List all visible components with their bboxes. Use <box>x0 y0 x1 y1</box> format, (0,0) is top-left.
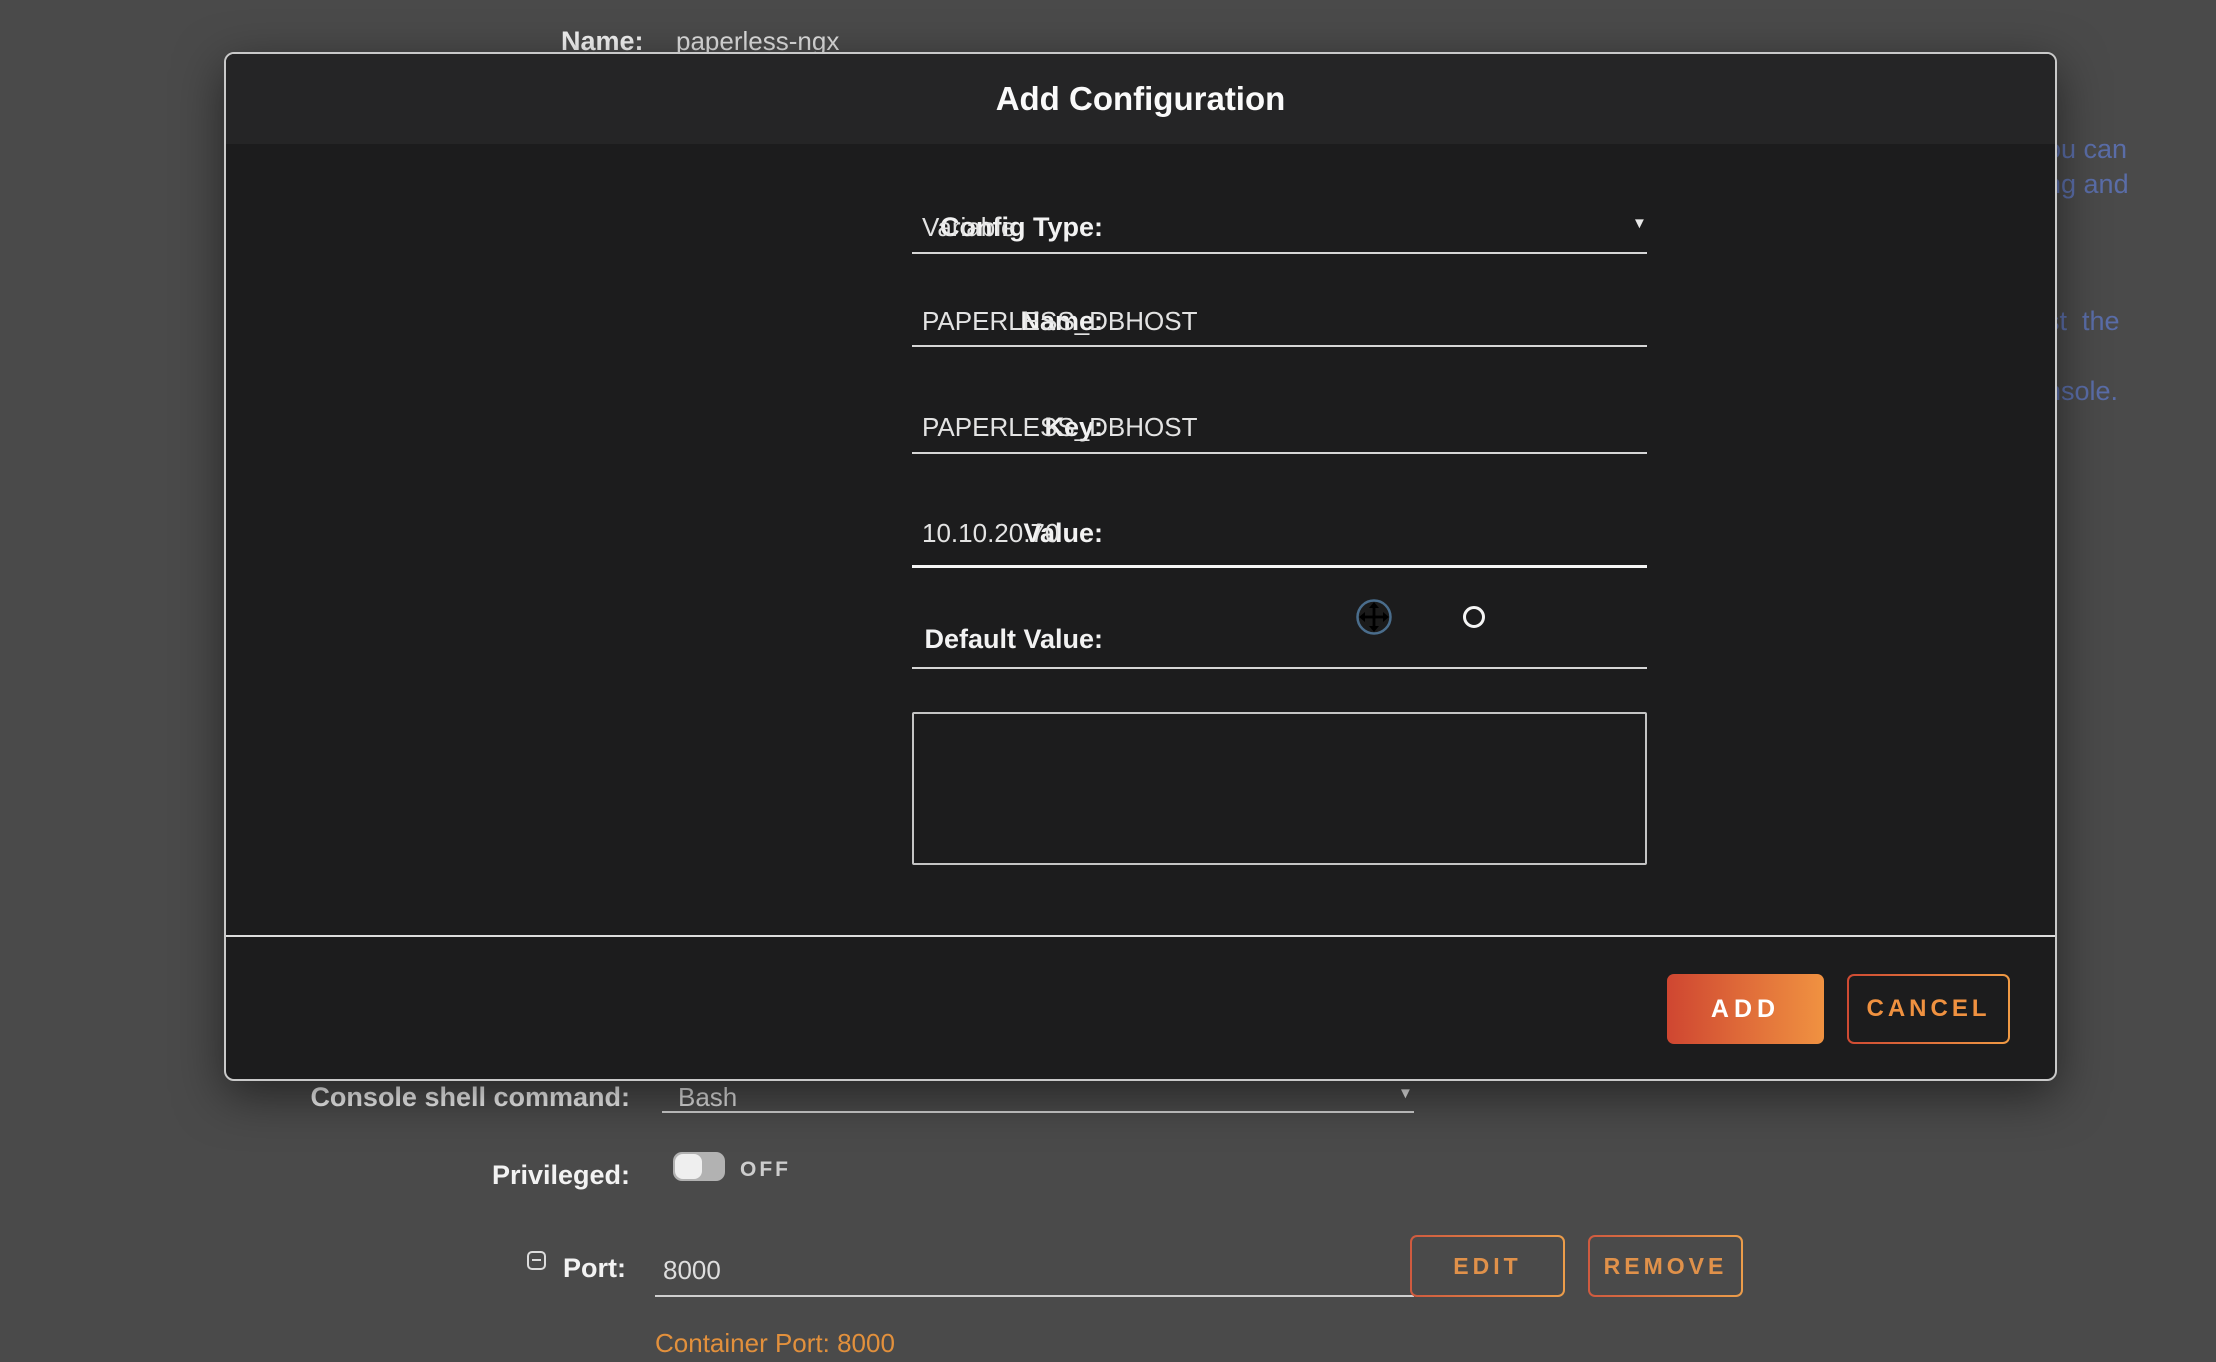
port-input[interactable]: 8000 <box>663 1255 721 1286</box>
footer-divider <box>226 935 2055 937</box>
cancel-button[interactable]: CANCEL <box>1847 974 2010 1044</box>
bg-help-text-fragment: ou can <box>2046 134 2127 165</box>
default-value-label: Default Value: <box>646 624 1103 655</box>
name-input[interactable]: PAPERLESS_DBHOST <box>922 306 1198 337</box>
toggle-knob-icon <box>675 1154 702 1179</box>
privileged-state: OFF <box>740 1158 791 1182</box>
move-cursor-icon <box>1354 597 1394 637</box>
config-type-label: Config Type: <box>646 212 1103 243</box>
description-textarea[interactable] <box>912 712 1647 865</box>
add-configuration-dialog: Add Configuration Config Type: Variable … <box>224 52 2057 1081</box>
name-underline <box>912 345 1647 347</box>
default-value-underline <box>912 667 1647 669</box>
key-input[interactable]: PAPERLESS_DBHOST <box>922 412 1198 443</box>
collapse-icon[interactable] <box>527 1251 546 1270</box>
port-underline <box>655 1295 1414 1297</box>
value-underline <box>912 565 1647 568</box>
console-shell-label: Console shell command: <box>200 1082 630 1113</box>
console-shell-select[interactable]: Bash <box>678 1082 737 1113</box>
remove-button[interactable]: REMOVE <box>1588 1235 1743 1297</box>
dialog-header: Add Configuration <box>226 54 2055 144</box>
port-label: Port: <box>563 1253 626 1284</box>
container-port-note: Container Port: 8000 <box>655 1328 895 1359</box>
add-button[interactable]: ADD <box>1667 974 1824 1044</box>
bg-help-text-fragment: ng and <box>2046 169 2129 200</box>
console-shell-underline <box>662 1111 1414 1113</box>
chevron-down-icon[interactable]: ▼ <box>1632 216 1647 231</box>
privileged-label: Privileged: <box>200 1160 630 1191</box>
config-type-underline <box>912 252 1647 254</box>
dialog-title: Add Configuration <box>226 54 2055 144</box>
bg-help-text-fragment: st the <box>2046 306 2120 337</box>
page: Name: paperless-ngx ou can ng and st the… <box>0 0 2216 1362</box>
config-type-select[interactable]: Variable <box>922 212 1015 243</box>
selection-handle-icon <box>1463 606 1485 628</box>
key-underline <box>912 452 1647 454</box>
privileged-toggle[interactable] <box>673 1152 725 1181</box>
chevron-down-icon[interactable]: ▼ <box>1398 1086 1413 1101</box>
edit-button[interactable]: EDIT <box>1410 1235 1565 1297</box>
value-input[interactable]: 10.10.20.70 <box>922 518 1059 549</box>
